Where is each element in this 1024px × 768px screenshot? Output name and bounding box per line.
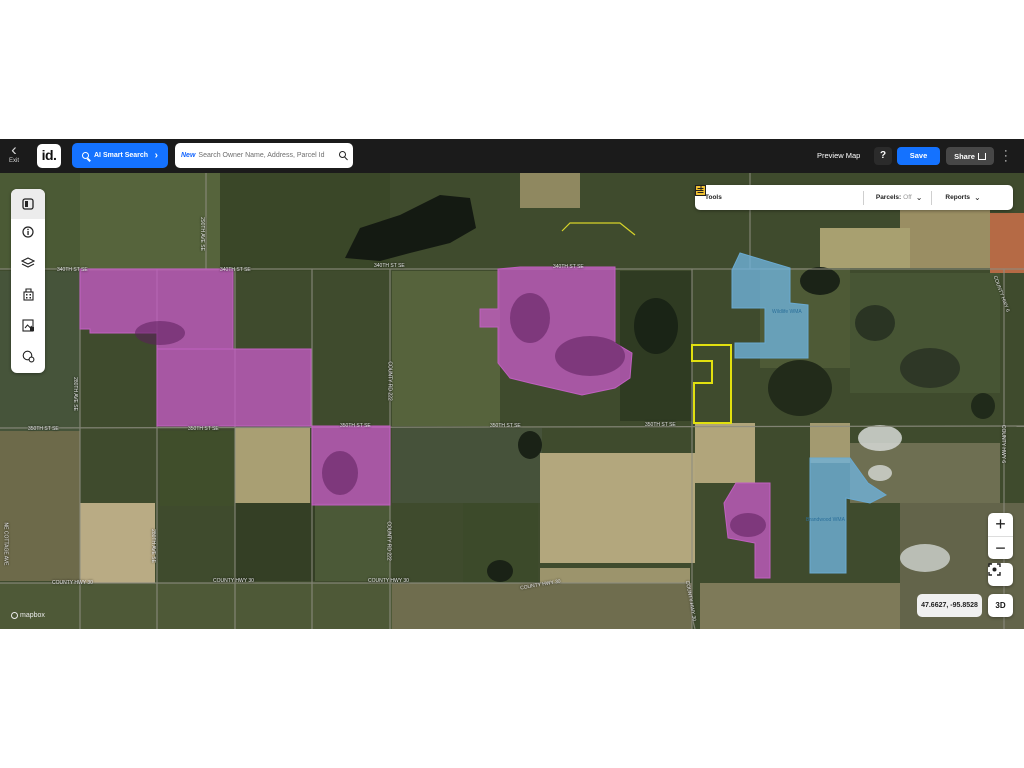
save-button[interactable]: Save [897,147,940,165]
road-label: COUNTY HWY 30 [213,578,254,584]
preview-map-button[interactable]: Preview Map [817,151,860,160]
road-label: COUNTY RD 222 [385,521,392,561]
sidebar-item-panel[interactable] [11,189,45,219]
road-label: 340TH ST SE [220,267,251,273]
layers-icon [21,257,35,268]
ai-smart-search-label: AI Smart Search [94,152,149,159]
road-label: 350TH ST SE [28,426,59,432]
search-placeholder: Search Owner Name, Address, Parcel Id [198,152,325,159]
help-button[interactable]: ? [874,147,892,165]
road-label: 350TH ST SE [188,426,219,432]
scissors-tool-icon[interactable] [695,185,836,210]
text-tool-icon[interactable] [696,185,741,210]
sidebar-item-buildings[interactable] [11,279,45,309]
toolbar-divider [931,190,933,205]
sidebar-item-pin-settings[interactable] [11,341,45,371]
parcels-label: Parcels: [875,194,902,201]
road-label: 280TH AVE SE [71,377,78,411]
text-box-tool-icon[interactable] [695,185,760,210]
road-label: 350TH ST SE [340,423,371,429]
road-label: 340TH ST SE [553,264,584,270]
ruler-tool-icon[interactable] [695,185,779,210]
new-badge: New [181,152,196,159]
road-label: COUNTY HWY 30 [52,580,93,586]
ai-smart-search-button[interactable]: AI Smart Search › [72,143,168,168]
zoom-out-button[interactable]: − [988,536,1013,560]
zoom-controls: + − [988,513,1013,559]
reports-icon [695,185,706,196]
parcels-toggle[interactable]: Parcels: Off ⌄ [695,185,923,210]
mapbox-attribution[interactable]: mapbox [11,612,45,619]
map-image-icon [21,318,34,332]
top-bar: ‹ Exit id. AI Smart Search › New Search … [0,139,1024,173]
map-canvas[interactable]: 340TH ST SE 340TH ST SE 340TH ST SE 340T… [0,173,1024,629]
chevron-down-icon: ⌄ [973,193,981,202]
reports-label: Reports [945,194,970,201]
road-label: COUNTY HWY 6 [1000,424,1007,464]
road-label: 350TH ST SE [490,423,521,429]
mapbox-logo-icon [11,612,18,619]
more-menu-icon[interactable]: · · · [1004,146,1008,167]
sidebar-item-map-image[interactable] [11,310,45,340]
road-label: COUNTY HWY 30 [368,578,409,584]
sidebar-item-layers[interactable] [11,248,45,278]
coordinates-readout: 47.6627, -95.8528 [917,594,982,617]
road-label: 350TH ST SE [645,422,676,428]
wma-label: Brandwood WMA [806,517,845,523]
search-icon [82,152,89,159]
chevron-down-icon: ⌄ [915,193,923,202]
radius-tool-icon[interactable] [696,185,817,210]
info-icon [22,226,34,238]
3d-toggle-button[interactable]: 3D [988,594,1013,617]
panel-icon [22,198,34,210]
mapbox-label: mapbox [20,612,45,619]
locate-button[interactable] [988,563,1013,586]
locate-icon [988,563,1001,576]
buildings-icon [22,287,34,301]
search-icon[interactable] [339,151,346,158]
zoom-in-button[interactable]: + [988,513,1013,536]
parcels-state: Off [903,194,912,201]
search-input[interactable]: New Search Owner Name, Address, Parcel I… [175,143,353,168]
chevron-right-icon: › [154,150,158,161]
share-button[interactable]: Share [946,147,994,165]
tools-label: Tools [705,194,722,201]
chevron-left-icon: ‹ [11,140,17,159]
left-sidebar [11,189,45,373]
tools-toolbar: Tools Parcels: Off ⌄ Reports ⌄ [695,185,1013,210]
share-label: Share [954,151,975,161]
share-icon [977,152,986,160]
exit-label: Exit [8,158,19,164]
road-label: 340TH ST SE [374,263,405,269]
road-label: NE COTTAGE AVE [2,522,9,566]
globe-tool-icon[interactable] [695,185,798,210]
exit-button[interactable]: ‹ Exit [4,141,24,171]
app-logo[interactable]: id. [37,144,61,168]
toolbar-divider [862,190,864,205]
sidebar-item-info[interactable] [11,217,45,247]
road-label: 280TH AVE SE [149,529,156,563]
print-tool-icon[interactable] [696,185,855,210]
road-label: 290TH AVE SE [198,217,205,251]
road-label: 340TH ST SE [57,267,88,273]
road-label: COUNTY RD 222 [386,361,393,401]
reports-dropdown[interactable]: Reports ⌄ [695,185,981,210]
pin-settings-icon [22,350,34,362]
wma-label: Wildlife WMA [772,309,802,315]
